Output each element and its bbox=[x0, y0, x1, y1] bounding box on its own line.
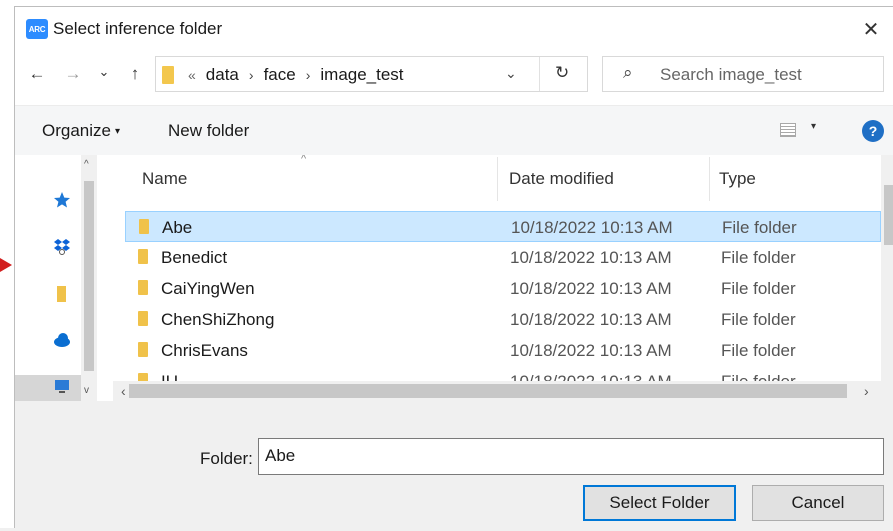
help-button[interactable]: ? bbox=[862, 120, 884, 142]
folder-icon bbox=[138, 249, 148, 264]
folder-label: Folder: bbox=[200, 449, 253, 468]
file-list-horizontal-scrollbar[interactable]: ‹ › bbox=[113, 381, 893, 401]
nav-item-this-pc-selected[interactable] bbox=[15, 375, 81, 401]
item-name: CaiYingWen bbox=[161, 279, 255, 298]
address-divider bbox=[539, 57, 540, 91]
item-type: File folder bbox=[721, 279, 796, 298]
scroll-down-icon[interactable]: v bbox=[84, 385, 89, 396]
up-arrow-icon: ↑ bbox=[130, 64, 140, 83]
navigation-pane-scrollbar[interactable]: ^ v bbox=[81, 155, 97, 401]
command-toolbar: Organize ▾ New folder ▾ ? bbox=[15, 105, 893, 155]
dialog-title: Select inference folder bbox=[53, 19, 223, 38]
back-arrow-icon: ← bbox=[28, 64, 46, 83]
scrollbar-thumb[interactable] bbox=[884, 185, 893, 245]
search-input[interactable]: Search image_test bbox=[660, 65, 802, 85]
breadcrumb-item-data[interactable]: data bbox=[206, 65, 239, 85]
navigation-bar: ← → ⌄ ↑ « data › face › image_test ⌄ ↻ ⌕… bbox=[15, 51, 893, 97]
list-item[interactable]: Benedict 10/18/2022 10:13 AM File folder bbox=[125, 242, 881, 273]
recent-locations-button[interactable]: ⌄ bbox=[97, 61, 111, 83]
address-dropdown-icon[interactable]: ⌄ bbox=[505, 65, 517, 82]
item-date-modified: 10/18/2022 10:13 AM bbox=[510, 310, 672, 329]
title-bar[interactable]: ARC Select inference folder ✕ bbox=[15, 7, 893, 51]
item-type: File folder bbox=[721, 310, 796, 329]
background-arrow-marker bbox=[0, 258, 12, 272]
refresh-icon[interactable]: ↻ bbox=[555, 63, 569, 83]
scrollbar-thumb[interactable] bbox=[129, 384, 847, 398]
sort-ascending-icon: ^ bbox=[301, 155, 307, 165]
list-item[interactable]: ChrisEvans 10/18/2022 10:13 AM File fold… bbox=[125, 335, 881, 366]
caret-down-icon: ▾ bbox=[114, 126, 121, 138]
breadcrumb-item-face[interactable]: face bbox=[264, 65, 296, 85]
column-header-name[interactable]: Name bbox=[142, 169, 187, 189]
app-logo-icon: ARC bbox=[26, 19, 48, 39]
item-name: Abe bbox=[162, 218, 193, 237]
column-headers: ^ Name Date modified Type bbox=[113, 155, 893, 201]
item-date-modified: 10/18/2022 10:13 AM bbox=[511, 218, 673, 237]
folder-icon bbox=[138, 280, 148, 295]
address-bar[interactable]: « data › face › image_test ⌄ ↻ bbox=[155, 56, 588, 92]
breadcrumb: « data › face › image_test bbox=[188, 65, 404, 85]
quick-access-star-icon[interactable] bbox=[53, 191, 71, 209]
breadcrumb-separator-icon[interactable]: › bbox=[249, 67, 254, 83]
file-list-vertical-scrollbar[interactable] bbox=[881, 155, 893, 381]
folder-icon bbox=[138, 342, 148, 357]
folder-name-field[interactable]: Abe bbox=[258, 438, 884, 475]
item-name: ChrisEvans bbox=[161, 341, 248, 360]
item-type: File folder bbox=[721, 341, 796, 360]
cancel-button[interactable]: Cancel bbox=[752, 485, 884, 521]
organize-label: Organize bbox=[42, 121, 111, 140]
forward-arrow-icon: → bbox=[64, 64, 82, 83]
folder-icon bbox=[139, 219, 149, 234]
close-icon: ✕ bbox=[862, 18, 880, 41]
column-header-type[interactable]: Type bbox=[719, 169, 756, 189]
scroll-right-icon[interactable]: › bbox=[864, 383, 869, 399]
close-button[interactable]: ✕ bbox=[848, 7, 893, 51]
folder-icon bbox=[162, 66, 174, 84]
select-folder-button[interactable]: Select Folder bbox=[583, 485, 736, 521]
this-pc-icon[interactable] bbox=[53, 377, 71, 395]
item-name: ChenShiZhong bbox=[161, 310, 275, 329]
scrollbar-thumb[interactable] bbox=[84, 181, 94, 371]
chevron-down-icon: ⌄ bbox=[98, 64, 110, 79]
item-type: File folder bbox=[721, 248, 796, 267]
search-icon: ⌕ bbox=[623, 63, 633, 82]
onedrive-cloud-icon[interactable] bbox=[53, 331, 71, 349]
back-button[interactable]: ← bbox=[27, 63, 47, 85]
scroll-up-icon[interactable]: ^ bbox=[84, 159, 89, 170]
list-item[interactable]: CaiYingWen 10/18/2022 10:13 AM File fold… bbox=[125, 273, 881, 304]
column-header-date-modified[interactable]: Date modified bbox=[509, 169, 614, 189]
dialog-footer: Folder: Abe Select Folder Cancel bbox=[15, 401, 893, 529]
dropbox-icon[interactable] bbox=[53, 237, 71, 255]
forward-button[interactable]: → bbox=[63, 63, 83, 85]
view-options-icon[interactable] bbox=[780, 123, 796, 137]
folder-icon[interactable] bbox=[53, 285, 71, 303]
breadcrumb-separator-icon[interactable]: › bbox=[306, 67, 311, 83]
select-folder-dialog: ARC Select inference folder ✕ ← → ⌄ ↑ « … bbox=[14, 6, 893, 529]
up-folder-button[interactable]: ↑ bbox=[125, 63, 145, 85]
organize-menu-button[interactable]: Organize ▾ bbox=[42, 121, 120, 141]
scroll-left-icon[interactable]: ‹ bbox=[121, 383, 126, 399]
item-date-modified: 10/18/2022 10:13 AM bbox=[510, 279, 672, 298]
list-item[interactable]: ChenShiZhong 10/18/2022 10:13 AM File fo… bbox=[125, 304, 881, 335]
column-divider[interactable] bbox=[709, 157, 710, 201]
breadcrumb-overflow[interactable]: « bbox=[188, 67, 196, 83]
new-folder-button[interactable]: New folder bbox=[168, 121, 249, 141]
item-name: Benedict bbox=[161, 248, 228, 267]
column-divider[interactable] bbox=[497, 157, 498, 201]
item-date-modified: 10/18/2022 10:13 AM bbox=[510, 248, 672, 267]
breadcrumb-item-image-test[interactable]: image_test bbox=[320, 65, 403, 85]
view-options-caret-icon[interactable]: ▾ bbox=[811, 121, 816, 132]
file-list: ^ Name Date modified Type Abe 10/18/2022… bbox=[113, 155, 893, 401]
folder-icon bbox=[138, 311, 148, 326]
item-type: File folder bbox=[722, 218, 797, 237]
search-box[interactable]: ⌕ Search image_test bbox=[602, 56, 884, 92]
list-item[interactable]: Abe 10/18/2022 10:13 AM File folder bbox=[125, 211, 881, 242]
item-date-modified: 10/18/2022 10:13 AM bbox=[510, 341, 672, 360]
